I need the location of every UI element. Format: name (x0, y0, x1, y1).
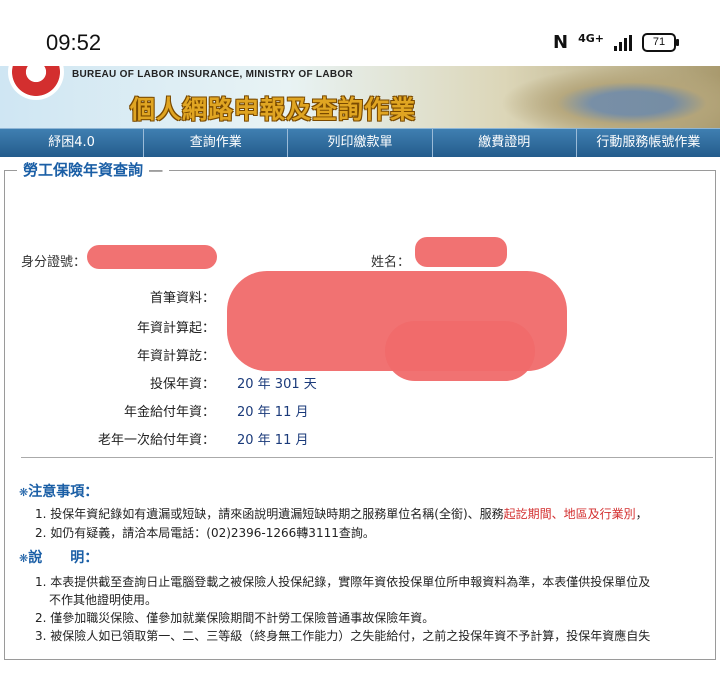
redaction-mark (385, 321, 535, 381)
notices-heading: ❋注意事項： (19, 484, 99, 500)
banner-illustration (500, 66, 720, 128)
explain-item: 不作其他證明使用。 (49, 593, 158, 607)
status-bar: 09:52 Ν 4G+ 71 (0, 0, 720, 66)
section-divider (21, 457, 713, 458)
section-title: 勞工保險年資查詢 — (17, 159, 170, 180)
insured-years-label: 投保年資： (149, 377, 215, 392)
redaction-mark (87, 245, 217, 269)
nav-item-relief[interactable]: 紓困4.0 (0, 129, 145, 157)
notice-item: 1. 投保年資紀錄如有遺漏或短缺，請來函說明遺漏短缺時期之服務單位名稱(全銜)、… (35, 507, 648, 521)
bureau-name-en: BUREAU OF LABOR INSURANCE, MINISTRY OF L… (72, 69, 353, 80)
first-record-label: 首筆資料： (149, 291, 215, 306)
bullet-icon: ❋ (19, 486, 29, 499)
nav-item-print-bill[interactable]: 列印繳款單 (288, 129, 433, 157)
network-type: 4G+ (578, 32, 604, 45)
lump-sum-years-value: 20 年 11 月 (237, 433, 309, 448)
status-time: 09:52 (46, 30, 102, 55)
insured-years-value: 20 年 301 天 (237, 377, 317, 392)
signal-icon (614, 34, 632, 51)
insurance-years-panel: 勞工保險年資查詢 — 身分證號： 姓名： 首筆資料： 年資計算起： 年資計算訖：… (4, 159, 716, 660)
status-icons: Ν 4G+ 71 (553, 32, 679, 53)
explain-item: 1. 本表提供截至查詢日止電腦登載之被保險人投保紀錄，實際年資依投保單位所申報資… (35, 575, 651, 589)
id-number-label: 身分證號： (21, 255, 87, 270)
bullet-icon: ❋ (19, 552, 29, 565)
notice-item: 2. 如仍有疑義，請洽本局電話：(02)2396-1266轉3111查詢。 (35, 526, 375, 540)
redaction-mark (415, 237, 507, 267)
bureau-logo (8, 66, 64, 100)
nav-item-query[interactable]: 查詢作業 (144, 129, 289, 157)
calc-end-label: 年資計算訖： (136, 349, 215, 364)
battery-icon: 71 (642, 33, 679, 52)
nav-item-payment-proof[interactable]: 繳費證明 (433, 129, 577, 157)
lump-sum-years-label: 老年一次給付年資： (97, 433, 215, 448)
pension-years-value: 20 年 11 月 (237, 405, 309, 420)
explain-item: 3. 被保險人如已領取第一、二、三等級（終身無工作能力）之失能給付，之前之投保年… (35, 629, 651, 643)
banner-title: 個人網路申報及查詢作業 (130, 95, 417, 124)
explain-heading: ❋說 明： (19, 550, 99, 566)
nfc-icon: Ν (553, 32, 569, 53)
main-nav: 紓困4.0 查詢作業 列印繳款單 繳費證明 行動服務帳號作業 (0, 128, 720, 157)
pension-years-label: 年金給付年資： (123, 405, 215, 420)
name-label: 姓名： (371, 255, 411, 270)
calc-start-label: 年資計算起： (136, 321, 215, 336)
nav-item-mobile-account[interactable]: 行動服務帳號作業 (577, 129, 720, 157)
site-banner: BUREAU OF LABOR INSURANCE, MINISTRY OF L… (0, 66, 720, 128)
explain-item: 2. 僅參加職災保險、僅參加就業保險期間不計勞工保險普通事故保險年資。 (35, 611, 435, 625)
